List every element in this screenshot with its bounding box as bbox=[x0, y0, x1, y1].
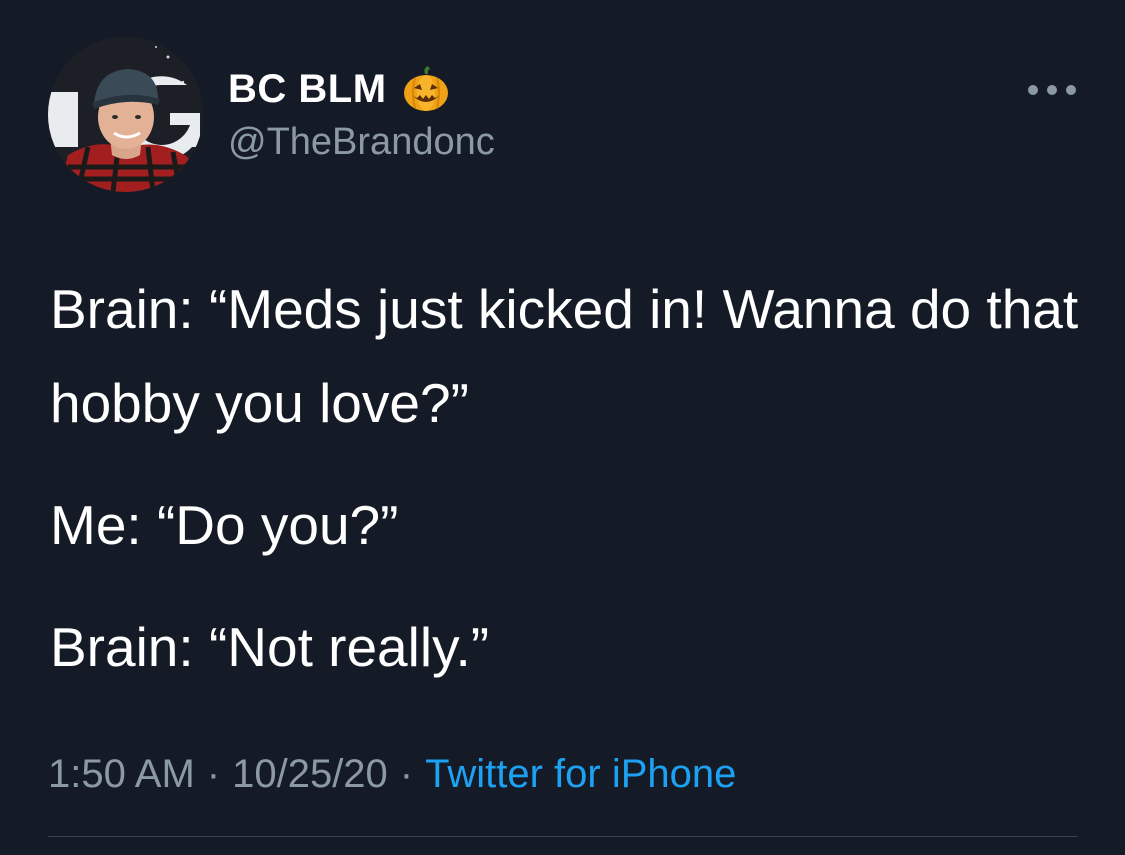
separator: · bbox=[399, 752, 414, 796]
more-options-icon[interactable] bbox=[1028, 80, 1076, 100]
avatar[interactable] bbox=[48, 37, 203, 192]
profile-photo bbox=[48, 37, 203, 192]
tweet-source-link[interactable]: Twitter for iPhone bbox=[425, 752, 736, 796]
divider bbox=[48, 836, 1078, 837]
dot bbox=[1028, 85, 1038, 95]
dot bbox=[1066, 85, 1076, 95]
tweet-detail: BC BLM @TheBrandonc Brain: “Meds just ki… bbox=[0, 0, 1125, 855]
tweet-date[interactable]: 10/25/20 bbox=[232, 752, 388, 796]
author-name-row[interactable]: BC BLM bbox=[228, 64, 451, 114]
separator: · bbox=[206, 752, 221, 796]
dot bbox=[1047, 85, 1057, 95]
user-handle[interactable]: @TheBrandonc bbox=[228, 118, 495, 166]
tweet-text: Brain: “Meds just kicked in! Wanna do th… bbox=[50, 262, 1080, 694]
tweet-paragraph: Brain: “Not really.” bbox=[50, 616, 490, 678]
jack-o-lantern-icon bbox=[401, 64, 451, 114]
tweet-metadata: 1:50 AM · 10/25/20 · Twitter for iPhone bbox=[48, 750, 736, 798]
tweet-time[interactable]: 1:50 AM bbox=[48, 752, 195, 796]
tweet-paragraph: Me: “Do you?” bbox=[50, 494, 399, 556]
display-name[interactable]: BC BLM bbox=[228, 64, 387, 114]
tweet-paragraph: Brain: “Meds just kicked in! Wanna do th… bbox=[50, 278, 1079, 434]
